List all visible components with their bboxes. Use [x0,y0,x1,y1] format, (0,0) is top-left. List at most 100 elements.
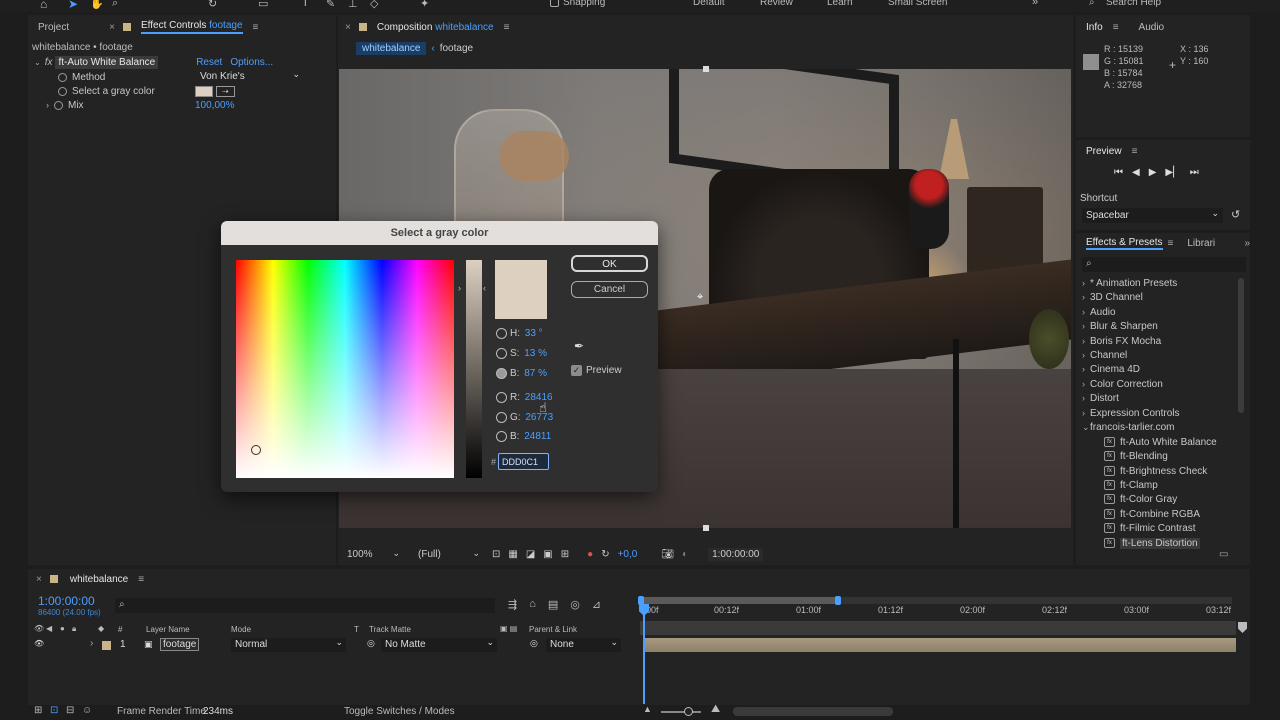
anchor-point-icon[interactable]: ⌖ [697,291,703,304]
category-channel[interactable]: › Channel [1082,348,1127,362]
panel-menu-icon[interactable]: ≡ [1168,238,1174,249]
hue-value[interactable]: 33 ° [525,328,543,339]
effect-item-auto-white-balance[interactable]: fx ft-Auto White Balance [1104,435,1217,449]
current-time-indicator[interactable] [643,604,645,704]
workspace-more-icon[interactable]: » [1032,0,1038,8]
stamp-tool-icon[interactable]: ⊥ [348,0,358,10]
zoom-dropdown[interactable]: 100% ⌄ [342,548,402,560]
snapshot-icon[interactable]: 📷︎ [661,549,674,560]
timeline-timecode[interactable]: 1:00:00:00 [38,594,95,608]
play-icon[interactable]: ▶ [1149,167,1157,178]
tab-audio[interactable]: Audio [1139,22,1165,33]
category-cinema-4d[interactable]: › Cinema 4D [1082,362,1140,376]
color-channels-icon[interactable]: ● [587,549,593,560]
blue-radio[interactable] [496,431,507,442]
tab-project[interactable]: Project [38,22,69,33]
home-icon[interactable]: ⌂ [40,0,47,11]
saturation-radio[interactable] [496,348,507,359]
puppet-tool-icon[interactable]: ✦ [420,0,429,10]
type-tool-icon[interactable]: T [302,0,309,9]
spiral-icon[interactable]: ◎ [367,638,375,649]
stopwatch-icon[interactable] [58,86,67,96]
snapping-checkbox[interactable] [550,0,559,7]
effect-item-brightness-check[interactable]: fx ft-Brightness Check [1104,464,1207,478]
timeline-search-input[interactable]: ⌕ [115,598,495,613]
effect-item-combine-rgba[interactable]: fx ft-Combine RGBA [1104,507,1200,521]
first-frame-icon[interactable]: ⏮ [1114,167,1123,178]
frame-blending-icon[interactable]: ◎ [570,598,580,611]
category-audio[interactable]: › Audio [1082,305,1116,319]
graph-editor-icon[interactable]: ⊿ [592,598,601,611]
eraser-tool-icon[interactable]: ◇ [370,0,378,10]
category-francois-tarlier[interactable]: ⌄ francois-tarlier.com [1082,420,1174,434]
toggle-switches-modes[interactable]: Toggle Switches / Modes [344,706,455,717]
exposure-reset-icon[interactable]: ↻ [601,549,609,560]
close-icon[interactable]: × [345,22,351,33]
timeline-scrollbar[interactable] [733,707,893,716]
timeline-zoom-thumb[interactable] [684,707,693,716]
crumb-whitebalance[interactable]: whitebalance [356,41,427,55]
panel-menu-icon[interactable]: ≡ [253,22,259,33]
parent-dropdown[interactable]: None ⌄ [546,637,621,652]
reset-shortcut-icon[interactable]: ↺ [1231,208,1240,221]
comp-handle-bottom[interactable] [703,525,709,531]
zoom-in-icon[interactable]: ⛰ [711,703,720,716]
show-snapshot-icon[interactable]: ◐ [682,549,688,560]
parent-pickwhip-icon[interactable]: ◎ [530,638,538,649]
comp-switch-icon[interactable]: ⊞ [34,705,42,716]
workspace-learn[interactable]: Learn [827,0,853,8]
panel-menu-icon[interactable]: ≡ [1132,146,1138,157]
slider-arrow-right-icon[interactable]: ‹ [483,283,486,293]
tab-info[interactable]: Info [1086,22,1103,33]
workspace-small-screen[interactable]: Small Screen [888,0,947,8]
label-icon[interactable]: ◆ [98,624,104,633]
time-ruler[interactable]: 00f 00:12f 01:00f 01:12f 02:00f 02:12f 0… [640,604,1232,619]
options-link[interactable]: Options... [230,57,273,68]
layer-name[interactable]: footage [160,638,200,651]
blue-value[interactable]: 24811 [524,431,551,442]
prev-frame-icon[interactable]: ◀ [1132,167,1140,178]
lock-icon[interactable]: 🔒︎ [72,624,76,634]
search-help-input[interactable]: Search Help [1106,0,1161,8]
effect-item-color-gray[interactable]: fx ft-Color Gray [1104,492,1177,506]
brightness-radio[interactable] [496,368,507,379]
tab-effects-presets[interactable]: Effects & Presets [1086,237,1163,250]
effects-search-input[interactable]: ⌕ [1082,257,1246,272]
close-icon[interactable]: × [109,22,115,33]
chevron-down-icon[interactable]: ⌄ [34,58,41,67]
preview-checkbox[interactable]: ✓ [571,365,582,376]
cancel-button[interactable]: Cancel [571,281,648,298]
tab-composition[interactable]: Composition whitebalance [377,22,494,33]
effect-item-clamp[interactable]: fx ft-Clamp [1104,478,1158,492]
graph-icon[interactable]: ⊟ [66,705,74,716]
workspace-default[interactable]: Default [693,0,725,8]
mask-icon[interactable]: ◪ [526,549,535,560]
brightness-slider[interactable] [466,260,482,478]
chevron-right-icon[interactable]: › [46,100,49,110]
resolution-dropdown[interactable]: (Full) ⌄ [412,548,482,560]
hex-input[interactable]: DDD0C1 [498,453,549,470]
transparency-grid-icon[interactable]: ▦ [508,549,517,560]
tab-preview[interactable]: Preview [1086,146,1122,157]
ok-button[interactable]: OK [571,255,648,272]
new-folder-icon[interactable]: ▭ [1219,549,1228,560]
effects-scrollbar[interactable] [1238,278,1244,413]
layer-label-color[interactable] [102,641,111,650]
brightness-value[interactable]: 87 % [524,368,547,379]
shortcut-dropdown[interactable]: Spacebar ⌄ [1082,208,1223,223]
saturation-value[interactable]: 13 % [524,348,547,359]
chevron-right-icon[interactable]: › [90,638,93,649]
stopwatch-icon[interactable] [54,100,63,110]
chevron-double-right-icon[interactable]: » [1244,238,1250,249]
fit-icon[interactable]: ⊡ [492,549,500,560]
fx-badge[interactable]: fx [45,57,53,68]
category-blur-sharpen[interactable]: › Blur & Sharpen [1082,319,1158,333]
effect-item-blending[interactable]: fx ft-Blending [1104,449,1168,463]
panel-menu-icon[interactable]: ≡ [138,574,144,585]
tab-libraries[interactable]: Librari [1187,238,1215,249]
brush-tool-icon[interactable]: ✎ [326,0,335,10]
effect-item-lens-distortion[interactable]: fx ft-Lens Distortion [1104,536,1200,550]
motion-blur-icon[interactable]: ⊡ [50,705,58,716]
close-icon[interactable]: × [36,574,42,585]
track-matte-dropdown[interactable]: No Matte ⌄ [381,637,497,652]
